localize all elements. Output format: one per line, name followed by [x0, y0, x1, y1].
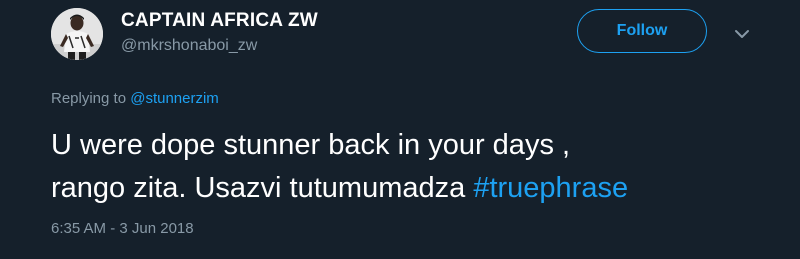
- profile-photo-icon: [51, 8, 103, 60]
- tweet-text-line1: U were dope stunner back in your days ,: [51, 129, 571, 161]
- user-handle[interactable]: @mkrshonaboi_zw: [121, 37, 257, 55]
- tweet-text: U were dope stunner back in your days , …: [51, 124, 751, 210]
- more-options-button[interactable]: [730, 24, 754, 44]
- chevron-down-icon: [735, 30, 749, 38]
- replying-to: Replying to @stunnerzim: [51, 90, 219, 107]
- tweet-card: CAPTAIN AFRICA ZW @mkrshonaboi_zw Follow…: [0, 0, 800, 259]
- follow-button[interactable]: Follow: [577, 9, 707, 53]
- hashtag-link[interactable]: #truephrase: [473, 172, 628, 204]
- tweet-text-line2: rango zita. Usazvi tutumumadza: [51, 172, 474, 204]
- reply-mention-link[interactable]: @stunnerzim: [130, 90, 219, 107]
- tweet-timestamp[interactable]: 6:35 AM - 3 Jun 2018: [51, 220, 194, 237]
- replying-to-label: Replying to: [51, 90, 131, 107]
- avatar[interactable]: [51, 8, 103, 60]
- display-name[interactable]: CAPTAIN AFRICA ZW: [121, 10, 318, 32]
